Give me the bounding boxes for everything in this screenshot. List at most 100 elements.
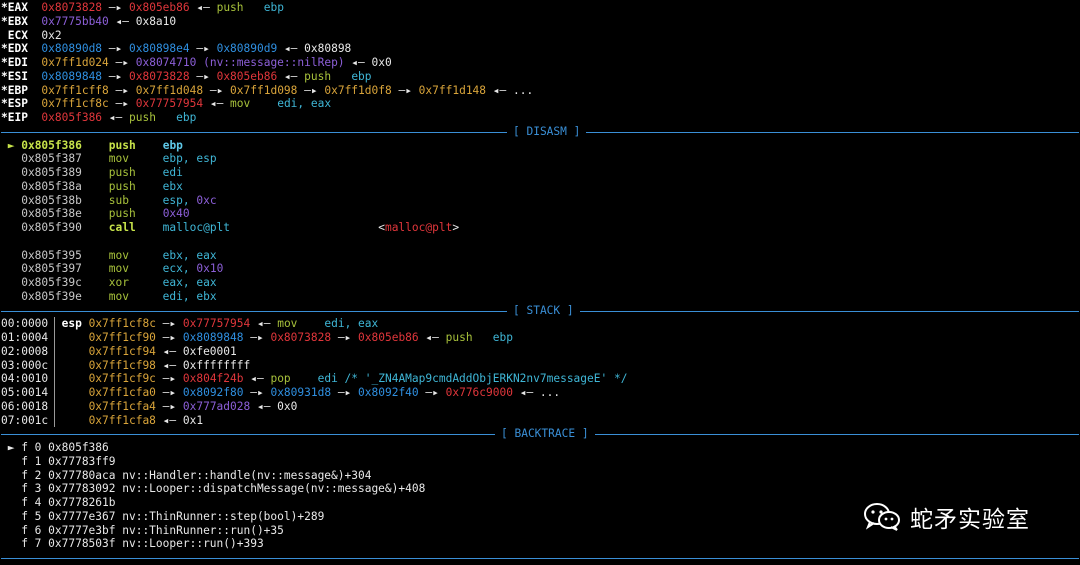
- text-segment: 0x2: [41, 28, 62, 42]
- text-segment: —▸: [155, 331, 183, 344]
- text-segment: *ESP: [1, 97, 42, 111]
- text-segment: 0x7ff1cf8c: [41, 97, 109, 111]
- text-segment: ebp: [243, 1, 284, 14]
- text-segment: ◂— 0x8a10: [108, 14, 177, 28]
- register-line: *ESI 0x8089848 —▸ 0x8073828 —▸ 0x805eb86…: [1, 70, 1079, 84]
- text-segment: *EIP: [1, 111, 42, 124]
- text-segment: 0x8089848: [182, 331, 244, 344]
- text-segment: 02:0008: [1, 344, 89, 358]
- text-segment: 0x805f395: [1, 248, 82, 262]
- text-segment: 0x805f38a: [1, 179, 82, 193]
- text-segment: 0x805f39e: [1, 289, 82, 303]
- text-segment: 0x77757954: [135, 97, 204, 111]
- text-segment: —▸: [243, 386, 271, 399]
- text-segment: ebx, eax: [129, 248, 217, 262]
- text-segment: —▸: [155, 372, 183, 386]
- disasm-line: [1, 235, 1079, 249]
- text-segment: push: [108, 166, 136, 179]
- text-segment: 0x7ff1cfa0: [88, 386, 156, 399]
- text-segment: mov: [108, 289, 129, 303]
- register-line: ECX 0x2: [1, 29, 1079, 43]
- text-segment: ◂— 0x1: [155, 413, 204, 427]
- text-segment: 0x805f389: [1, 166, 82, 179]
- watermark-text: 蛇矛实验室: [910, 507, 1030, 533]
- disasm-line: 0x805f390 call malloc@plt <malloc@plt>: [1, 221, 1079, 235]
- text-segment: 0x40: [162, 207, 190, 221]
- text-segment: (nv::message::nilRep): [196, 56, 345, 69]
- text-segment: >: [452, 221, 460, 234]
- text-segment: call: [108, 221, 136, 234]
- register-line: *EIP 0x805f386 ◂— push ebp: [1, 111, 1079, 125]
- disasm-line: 0x805f39e mov edi, ebx: [1, 290, 1079, 304]
- disasm-line: 0x805f38b sub esp, 0xc: [1, 194, 1079, 208]
- text-segment: 0x8089848: [41, 69, 103, 83]
- text-segment: push: [216, 1, 244, 14]
- text-segment: *EDI: [1, 56, 42, 69]
- text-segment: [82, 276, 109, 289]
- text-segment: 0x7ff1d048: [135, 83, 204, 97]
- text-segment: [82, 262, 109, 275]
- disasm-line: 0x805f387 mov ebp, esp: [1, 152, 1079, 166]
- text-segment: 0x805f39c: [1, 276, 82, 289]
- stack-panel: 00:0000 esp 0x7ff1cf8c —▸ 0x77757954 ◂— …: [1, 317, 1079, 427]
- stack-line: 03:000c 0x7ff1cf98 ◂— 0xffffffff: [1, 359, 1079, 373]
- text-segment: edi, ebx: [129, 289, 217, 303]
- text-segment: 00:0000: [1, 317, 62, 331]
- register-line: *EDX 0x80890d8 —▸ 0x80898e4 —▸ 0x80890d9…: [1, 42, 1079, 56]
- text-segment: 0x7ff1cf98: [88, 358, 156, 372]
- text-segment: —▸: [203, 83, 231, 97]
- text-segment: ebp: [162, 138, 183, 152]
- text-segment: 0x7ff1d0f8: [324, 83, 392, 97]
- debugger-terminal[interactable]: *EAX 0x8073828 —▸ 0x805eb86 ◂— push ebp *…: [1, 1, 1079, 565]
- text-segment: —▸: [155, 386, 183, 399]
- text-segment: edi /* '_ZN4AMap9cmdAddObjERKN2nv7messag…: [290, 372, 628, 386]
- text-segment: [82, 290, 109, 303]
- disasm-separator: [ DISASM ]: [1, 124, 1079, 139]
- text-segment: 0x805f386: [21, 138, 82, 152]
- text-segment: 0x7ff1cf8c: [88, 317, 156, 331]
- text-segment: 0x7ff1d148: [418, 83, 487, 97]
- text-segment: f 3 0x77783092 nv::Looper::dispatchMessa…: [1, 482, 426, 496]
- disasm-line: 0x805f395 mov ebx, eax: [1, 249, 1079, 263]
- text-segment: ECX: [1, 28, 42, 42]
- register-line: *EAX 0x8073828 —▸ 0x805eb86 ◂— push ebp: [1, 1, 1079, 15]
- bottom-separator: [1, 551, 1079, 565]
- backtrace-frame: ► f 0 0x805f386: [1, 441, 1079, 455]
- text-segment: 0x805f390: [1, 221, 82, 234]
- text-segment: push: [304, 69, 332, 83]
- text-segment: mov: [277, 317, 298, 331]
- text-segment: —▸: [189, 69, 217, 83]
- text-segment: 0x7ff1d098: [230, 83, 298, 97]
- text-segment: —▸: [108, 56, 136, 69]
- text-segment: ◂— 0xffffffff: [155, 358, 251, 372]
- text-segment: —▸: [331, 331, 359, 344]
- text-segment: 0x805f38e: [1, 207, 82, 221]
- text-segment: 0x7775bb40: [41, 14, 109, 28]
- backtrace-frame: f 2 0x77780aca nv::Handler::handle(nv::m…: [1, 469, 1079, 483]
- text-segment: *ESI: [1, 69, 42, 83]
- text-segment: ebp: [472, 331, 513, 344]
- text-segment: 0x7ff1cf94: [88, 344, 156, 358]
- register-line: *ESP 0x7ff1cf8c —▸ 0x77757954 ◂— mov edi…: [1, 97, 1079, 111]
- text-segment: 0x805eb86: [358, 331, 419, 344]
- text-segment: esp: [61, 317, 89, 331]
- text-segment: sub: [108, 193, 129, 207]
- text-segment: 0x777ad028: [182, 399, 251, 413]
- text-segment: ◂—: [203, 97, 231, 111]
- text-segment: 0x776c9000: [445, 386, 513, 399]
- text-segment: 0x80931d8: [270, 386, 332, 399]
- text-segment: 0x7ff1d024: [41, 56, 109, 69]
- wechat-icon: [864, 503, 900, 531]
- text-segment: 0x805f386: [41, 111, 103, 124]
- text-segment: f 6 0x7777e3bf nv::ThinRunner::run()+35: [1, 523, 284, 537]
- text-segment: [136, 139, 163, 152]
- text-segment: f 1 0x77783ff9: [1, 454, 116, 468]
- disasm-header: [ DISASM ]: [507, 124, 587, 139]
- stack-panel-wrap: 00:0000 esp 0x7ff1cf8c —▸ 0x77757954 ◂— …: [1, 317, 1079, 428]
- stack-line: 05:0014 0x7ff1cfa0 —▸ 0x8092f80 —▸ 0x809…: [1, 386, 1079, 400]
- text-segment: 0x10: [196, 262, 224, 276]
- text-segment: ◂—: [418, 331, 446, 344]
- text-segment: ◂— 0xfe0001: [155, 344, 237, 358]
- text-segment: 01:0004: [1, 331, 89, 344]
- disasm-line: 0x805f38e push 0x40: [1, 207, 1079, 221]
